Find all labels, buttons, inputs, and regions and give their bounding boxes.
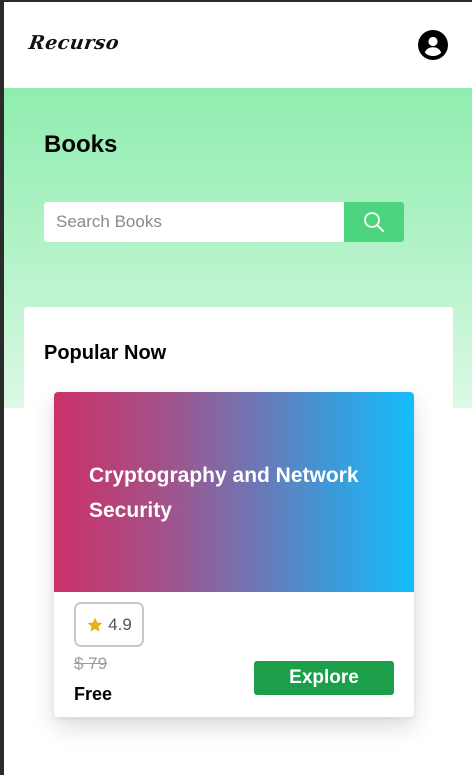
page-title: Books — [44, 131, 118, 158]
search-button[interactable] — [344, 202, 404, 242]
search-input[interactable] — [44, 202, 344, 242]
book-card[interactable]: Cryptography and Network Security 4.9 $ … — [54, 392, 414, 717]
book-title: Cryptography and Network Security — [89, 464, 359, 522]
rating-value: 4.9 — [108, 614, 132, 634]
section-title: Popular Now — [44, 342, 167, 364]
rating-badge: 4.9 — [74, 602, 144, 647]
book-cover[interactable]: Cryptography and Network Security — [54, 392, 414, 592]
explore-button[interactable]: Explore — [254, 661, 394, 695]
search-icon — [364, 212, 384, 232]
logo[interactable]: Recurso — [27, 32, 120, 54]
original-price: $ 79 — [74, 654, 108, 673]
star-icon — [87, 617, 103, 632]
current-price: Free — [74, 684, 113, 704]
user-avatar-button[interactable] — [418, 30, 448, 60]
navbar: Recurso — [4, 2, 472, 88]
user-circle-icon — [424, 36, 442, 56]
